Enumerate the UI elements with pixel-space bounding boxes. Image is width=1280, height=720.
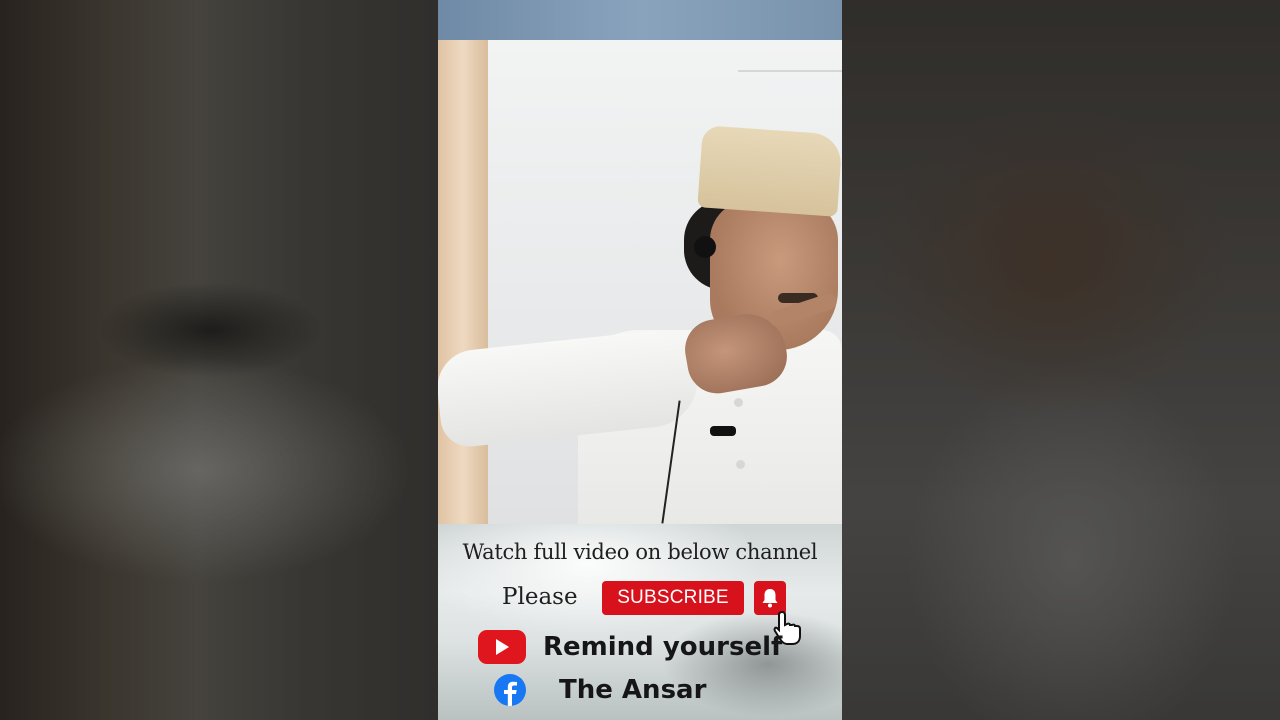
promo-banner: Watch full video on below channel Please…	[438, 524, 842, 720]
blurred-backdrop-left	[0, 0, 438, 720]
facebook-page-row[interactable]: The Ansar	[478, 674, 706, 706]
pillar	[438, 40, 488, 524]
youtube-channel-row[interactable]: Remind yourself	[478, 630, 782, 664]
facebook-icon	[494, 674, 526, 706]
top-strip	[438, 0, 842, 40]
earbud	[694, 236, 716, 258]
speaker-scene	[438, 40, 842, 524]
facebook-page-name: The Ansar	[559, 675, 707, 705]
youtube-icon	[478, 630, 526, 664]
lapel-mic	[710, 426, 736, 436]
youtube-channel-name: Remind yourself	[543, 632, 783, 662]
speaker-cap	[697, 125, 842, 217]
subscribe-label: SUBSCRIBE	[617, 587, 729, 608]
banner-headline: Watch full video on below channel	[462, 540, 818, 564]
video-frame: Watch full video on below channel Please…	[438, 0, 842, 720]
blurred-backdrop-right	[842, 0, 1280, 720]
please-label: Please	[502, 584, 578, 610]
bell-icon	[762, 589, 778, 608]
subscribe-button[interactable]: SUBSCRIBE	[602, 581, 744, 615]
